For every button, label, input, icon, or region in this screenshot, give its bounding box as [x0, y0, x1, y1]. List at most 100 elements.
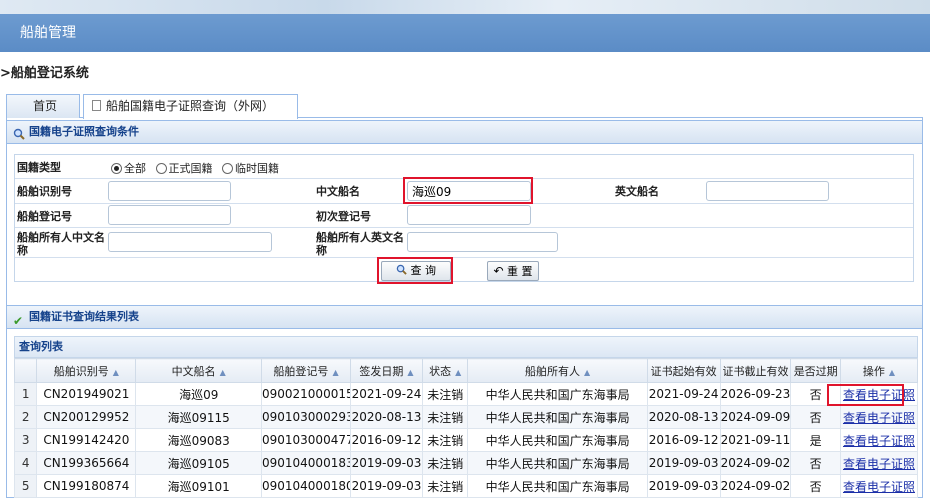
reset-button[interactable]: ↶ 重 置 — [487, 261, 539, 281]
cell-action: 查看电子证照 — [839, 451, 919, 475]
owner-en-input[interactable] — [407, 232, 558, 252]
tab-certificate-query[interactable]: 船舶国籍电子证照查询（外网）× — [83, 94, 298, 135]
form-row-registration: 船舶登记号 初次登记号 — [15, 204, 913, 228]
radio-temporary-dot[interactable] — [222, 163, 233, 174]
cell-end: 2021-09-11 — [719, 428, 792, 452]
owner-cn-input[interactable] — [108, 232, 272, 252]
radio-temporary[interactable]: 临时国籍 — [222, 160, 279, 176]
initial-reg-input[interactable] — [407, 205, 531, 225]
table-row: 5 CN199180874 海巡09101 090104000180 2019-… — [13, 474, 919, 498]
cn-name-label: 中文船名 — [316, 185, 360, 198]
cell-ship-id: CN199180874 — [36, 474, 137, 498]
cell-expired: 是 — [790, 428, 841, 452]
results-section-header: ✔ 国籍证书查询结果列表 — [6, 305, 923, 329]
cell-status: 未注销 — [421, 405, 469, 429]
reg-no-label: 船舶登记号 — [17, 210, 72, 223]
sort-asc-icon: ▲ — [332, 367, 339, 377]
cell-owner: 中华人民共和国广东海事局 — [467, 382, 648, 406]
cell-ship-id: CN199142420 — [36, 428, 137, 452]
results-table: 船舶识别号 ▲ 中文船名 ▲ 船舶登记号 ▲ 签发日期 ▲ 状态 ▲ 船舶所有人 ▲ 证书起… — [13, 358, 919, 498]
cell-start: 2020-08-13 — [646, 405, 721, 429]
col-issue-date[interactable]: 签发日期 ▲ — [350, 358, 423, 383]
row-index: 2 — [13, 405, 38, 429]
reset-button-label: 重 置 — [507, 265, 533, 278]
checkmark-icon: ✔ — [13, 314, 24, 328]
cell-end: 2024-09-02 — [719, 451, 792, 475]
sort-asc-icon: ▲ — [407, 367, 414, 377]
app-title: 船舶管理 — [20, 25, 76, 41]
document-icon — [92, 100, 101, 111]
cell-expired: 否 — [790, 451, 841, 475]
radio-all-dot[interactable] — [111, 163, 122, 174]
sort-asc-icon: ▲ — [112, 367, 119, 377]
search-button-highlight — [377, 257, 453, 284]
reg-no-input[interactable] — [108, 205, 231, 225]
action-link-highlight — [827, 384, 904, 406]
cell-reg-no: 090104000183 — [260, 451, 352, 475]
col-status[interactable]: 状态 ▲ — [421, 358, 469, 383]
owner-cn-label: 船舶所有人中文名称 — [17, 231, 105, 257]
cell-owner: 中华人民共和国广东海事局 — [467, 428, 648, 452]
cell-expired: 否 — [790, 474, 841, 498]
sort-asc-icon: ▲ — [455, 367, 462, 377]
view-certificate-link[interactable]: 查看电子证照 — [843, 411, 915, 425]
results-section-title: 国籍证书查询结果列表 — [29, 310, 139, 323]
cell-status: 未注销 — [421, 474, 469, 498]
cell-status: 未注销 — [421, 382, 469, 406]
col-start[interactable]: 证书起始有效 — [646, 358, 721, 383]
cell-reg-no: 090103000477 — [260, 428, 352, 452]
cell-issue-date: 2021-09-24 — [350, 382, 423, 406]
cell-cn-name: 海巡09105 — [135, 451, 262, 475]
cell-owner: 中华人民共和国广东海事局 — [467, 474, 648, 498]
radio-formal-dot[interactable] — [155, 163, 167, 174]
initial-reg-label: 初次登记号 — [316, 210, 371, 223]
cell-reg-no: 090104000180 — [260, 474, 352, 498]
cell-end: 2024-09-02 — [719, 474, 792, 498]
table-row: 2 CN200129952 海巡09115 090103000293 2020-… — [13, 405, 919, 429]
col-end[interactable]: 证书截止有效 — [719, 358, 792, 383]
system-title: >船舶登记系统 — [0, 66, 89, 81]
radio-all[interactable]: 全部 — [111, 160, 146, 176]
sort-asc-icon: ▲ — [583, 367, 591, 377]
row-index: 3 — [13, 428, 38, 452]
cell-ship-id: CN201949021 — [36, 382, 137, 406]
col-cn-name[interactable]: 中文船名 ▲ — [135, 358, 262, 383]
cell-status: 未注销 — [421, 451, 469, 475]
col-ship-id[interactable]: 船舶识别号 ▲ — [36, 358, 137, 383]
radio-formal[interactable]: 正式国籍 — [155, 160, 213, 176]
cell-issue-date: 2020-08-13 — [350, 405, 423, 429]
grid-title: 查询列表 — [14, 336, 918, 358]
cn-name-highlight — [403, 177, 533, 204]
col-reg-no[interactable]: 船舶登记号 ▲ — [260, 358, 352, 383]
col-owner[interactable]: 船舶所有人 ▲ — [467, 358, 648, 383]
col-action[interactable]: 操作 ▲ — [839, 358, 919, 383]
cell-end: 2024-09-09 — [719, 405, 792, 429]
app-header: 船舶管理 — [0, 14, 930, 52]
cell-start: 2019-09-03 — [646, 451, 721, 475]
sort-asc-icon: ▲ — [219, 367, 226, 377]
en-name-input[interactable] — [706, 181, 829, 201]
col-expired[interactable]: 是否过期 — [790, 358, 841, 383]
cell-issue-date: 2016-09-12 — [350, 428, 423, 452]
view-certificate-link[interactable]: 查看电子证照 — [843, 434, 915, 448]
ship-id-label: 船舶识别号 — [17, 185, 72, 198]
query-section-title: 国籍电子证照查询条件 — [29, 125, 139, 138]
cell-ship-id: CN200129952 — [36, 405, 137, 429]
view-certificate-link[interactable]: 查看电子证照 — [843, 457, 915, 471]
cell-action: 查看电子证照 — [839, 405, 919, 429]
col-index — [13, 358, 38, 383]
row-index: 4 — [13, 451, 38, 475]
form-row-type: 国籍类型 全部 正式国籍 临时国籍 — [15, 155, 913, 179]
cell-status: 未注销 — [421, 428, 469, 452]
cell-start: 2019-09-03 — [646, 474, 721, 498]
cell-action: 查看电子证照 — [839, 474, 919, 498]
sort-asc-icon: ▲ — [888, 367, 896, 377]
view-certificate-link[interactable]: 查看电子证照 — [843, 480, 915, 494]
ship-id-input[interactable] — [108, 181, 231, 201]
cell-cn-name: 海巡09 — [135, 382, 262, 406]
tab-home[interactable]: 首页× — [6, 94, 80, 135]
row-index: 5 — [13, 474, 38, 498]
radio-formal-label: 正式国籍 — [168, 162, 213, 175]
cell-expired: 否 — [790, 405, 841, 429]
form-row-owner: 船舶所有人中文名称 船舶所有人英文名称 — [15, 228, 913, 258]
